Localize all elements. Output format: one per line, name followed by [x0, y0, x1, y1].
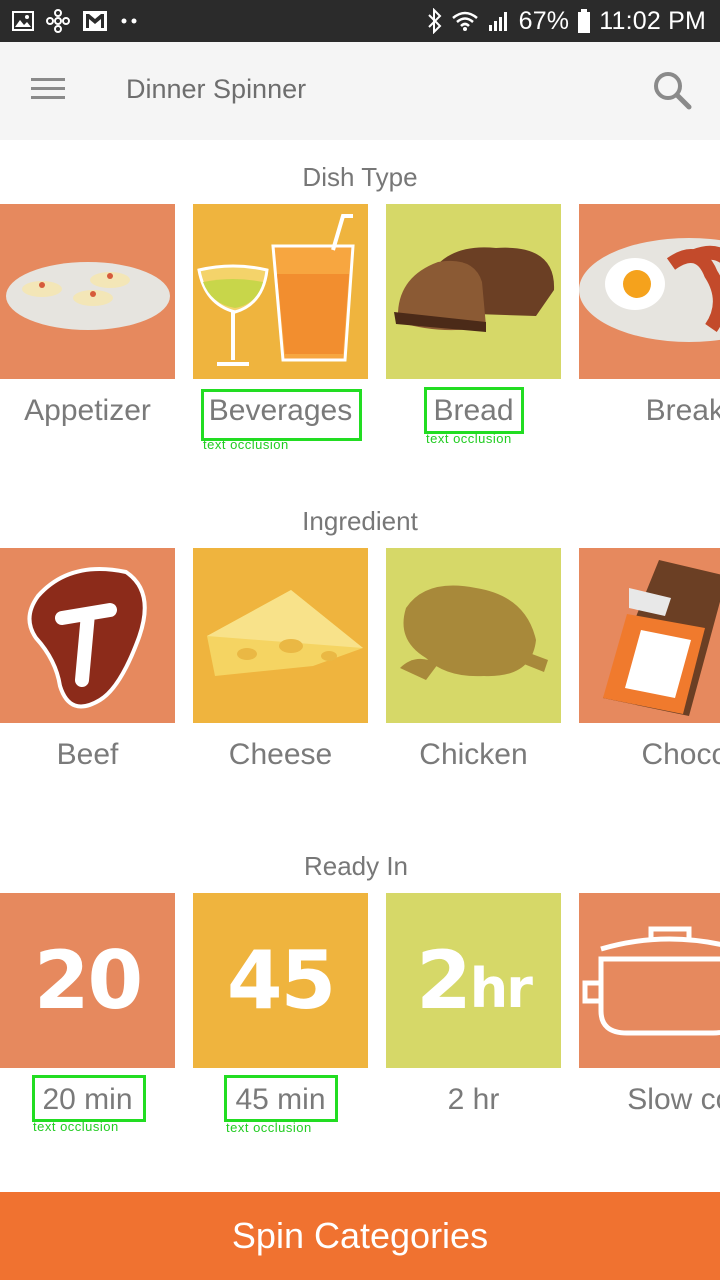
status-bar-left — [12, 9, 138, 33]
drinks-icon — [193, 204, 368, 379]
category-label: Breakfast — [645, 394, 720, 427]
category-tile-beef[interactable]: Beef — [0, 548, 175, 778]
category-label: Appetizer — [24, 394, 151, 427]
category-label: Beef — [56, 738, 119, 771]
steak-icon — [0, 548, 175, 723]
battery-icon — [577, 8, 591, 34]
category-label: Cheese — [228, 738, 333, 771]
category-tile-chicken[interactable]: Chicken — [386, 548, 561, 778]
gmail-icon — [82, 10, 108, 32]
battery-percent: 67% — [518, 6, 570, 35]
tile-glyph-suffix: hr — [469, 957, 533, 1020]
forty-five-icon: 45 — [193, 893, 368, 1068]
category-tile-chocolate[interactable]: Chocolate — [579, 548, 720, 778]
spin-categories-button[interactable]: Spin Categories — [0, 1192, 720, 1280]
category-label: 2 hr — [447, 1083, 500, 1116]
category-tile-slow-cooker[interactable]: Slow cooker — [579, 893, 720, 1123]
two-hour-icon: 2 hr — [386, 893, 561, 1068]
text-occlusion-box — [201, 389, 362, 441]
section-title-ingredient: Ingredient — [302, 506, 418, 536]
chocolate-bar-icon — [579, 548, 720, 723]
search-icon — [651, 69, 693, 116]
text-occlusion-label: text occlusion — [226, 1120, 312, 1135]
tile-glyph: 45 — [226, 934, 336, 1027]
bluetooth-icon — [427, 8, 443, 34]
text-occlusion-label: text occlusion — [426, 431, 512, 446]
status-bar: 67% 11:02 PM — [0, 0, 720, 42]
category-tile-cheese[interactable]: Cheese — [193, 548, 368, 778]
tile-glyph: 20 — [33, 934, 143, 1027]
wifi-icon — [451, 10, 479, 32]
page-title: Dinner Spinner — [126, 74, 307, 104]
category-label: Chocolate — [641, 738, 720, 771]
section-title-ready-in: Ready In — [303, 851, 409, 881]
category-tile-breakfast[interactable]: Breakfast — [579, 204, 720, 434]
text-occlusion-box — [224, 1075, 338, 1122]
tile-glyph-number: 2 — [416, 934, 472, 1027]
category-label: Chicken — [419, 738, 528, 771]
tile-glyph: 2 hr — [386, 893, 561, 1068]
search-button[interactable] — [642, 64, 702, 120]
roast-chicken-icon — [386, 548, 561, 723]
egg-bacon-icon — [579, 204, 720, 379]
clock-time: 11:02 PM — [599, 6, 706, 35]
menu-button[interactable] — [22, 68, 74, 114]
text-occlusion-label: text occlusion — [33, 1119, 119, 1134]
app-bar: Dinner Spinner — [0, 42, 720, 140]
bread-loaf-icon — [386, 204, 561, 379]
image-icon — [12, 11, 34, 31]
category-label: Slow cooker — [627, 1083, 720, 1116]
text-occlusion-box — [32, 1075, 146, 1122]
twenty-icon: 20 — [0, 893, 175, 1068]
section-title-dish-type: Dish Type — [302, 162, 418, 192]
status-bar-right: 67% 11:02 PM — [427, 7, 706, 36]
slow-cooker-pot-icon — [579, 893, 720, 1068]
text-occlusion-box — [424, 387, 524, 434]
signal-icon — [487, 10, 511, 32]
more-dots-icon — [120, 17, 138, 25]
hamburger-menu-icon — [30, 76, 66, 107]
ingredient-row[interactable]: Beef Cheese Chicken Choco — [0, 548, 720, 778]
text-occlusion-label: text occlusion — [203, 437, 289, 452]
appetizer-plate-icon — [0, 204, 175, 379]
category-tile-2-hr[interactable]: 2 hr 2 hr — [386, 893, 561, 1123]
category-tile-appetizer[interactable]: Appetizer — [0, 204, 175, 434]
cheese-icon — [193, 548, 368, 723]
fan-icon — [46, 9, 70, 33]
